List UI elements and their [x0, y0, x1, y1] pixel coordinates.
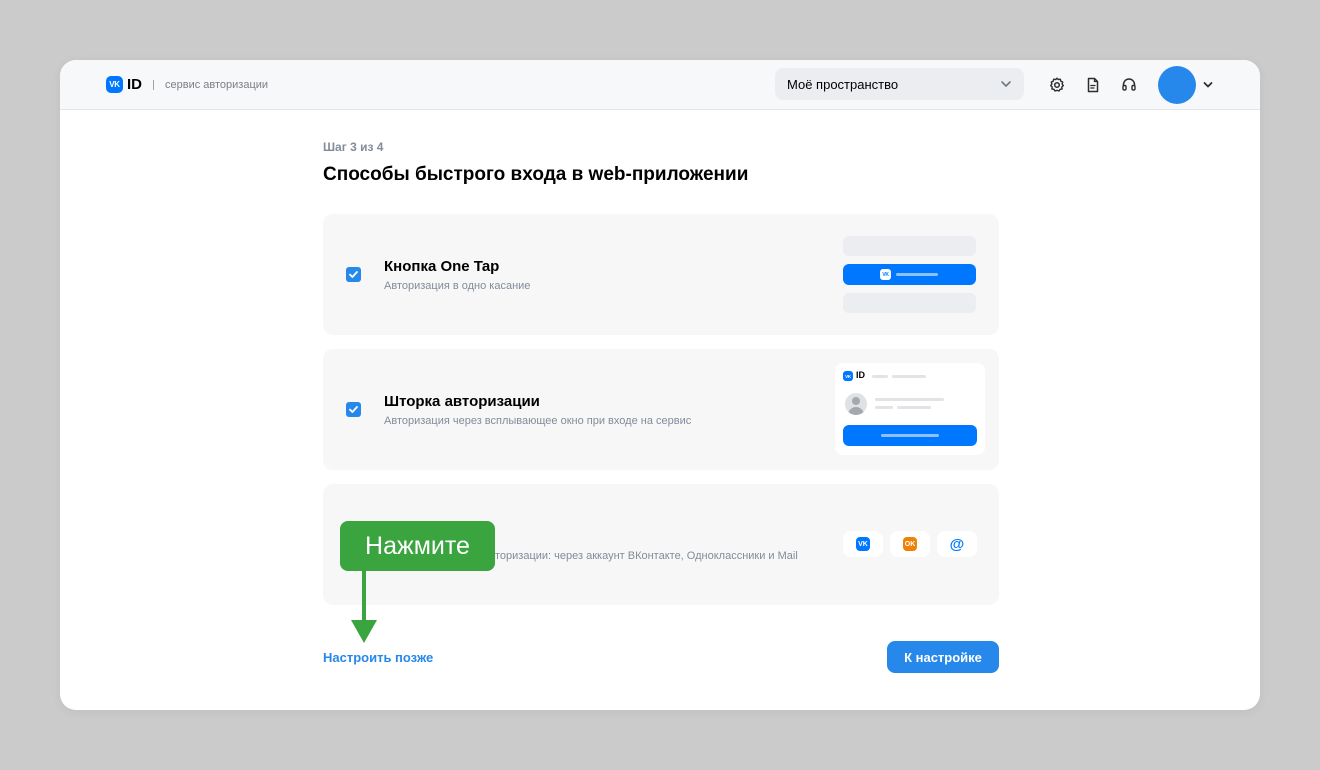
chevron-down-icon[interactable] — [1202, 79, 1214, 91]
preview-line — [897, 406, 931, 409]
annotation-arrow-line — [362, 571, 366, 623]
preview-one-tap-button: VK — [843, 264, 976, 285]
check-icon — [349, 271, 358, 278]
preview-continue-button — [843, 425, 977, 446]
option-card-auth-sheet[interactable]: Шторка авторизации Авторизация через всп… — [323, 349, 999, 470]
preview-avatar — [845, 393, 867, 415]
preview-id-text: ID — [856, 370, 865, 380]
preview-line — [872, 375, 888, 378]
chevron-down-icon — [1001, 81, 1011, 87]
one-tap-checkbox[interactable] — [346, 267, 361, 282]
settings-icon[interactable] — [1047, 75, 1067, 95]
preview-line — [892, 375, 926, 378]
annotation-tooltip: Нажмите — [340, 521, 495, 571]
service-label: сервис авторизации — [165, 78, 269, 91]
check-icon — [349, 406, 358, 413]
mail-logo-icon: @ — [949, 535, 965, 553]
ok-logo-icon: OK — [903, 537, 917, 551]
vk-logo-icon: VK — [856, 537, 870, 551]
user-avatar[interactable] — [1158, 66, 1196, 104]
preview-placeholder — [843, 293, 976, 313]
vk-logo-icon: VK — [106, 76, 123, 93]
preview-ok-button: OK — [890, 531, 930, 557]
card-subtitle: торизации: через аккаунт ВКонтакте, Одно… — [495, 550, 798, 562]
preview-vk-button: VK — [843, 531, 883, 557]
annotation-arrow-head — [351, 620, 377, 643]
vk-logo-icon: VK — [880, 269, 891, 280]
app-window: VK ID сервис авторизации Моё пространств… — [60, 60, 1260, 710]
top-header: VK ID сервис авторизации Моё пространств… — [60, 60, 1260, 110]
preview-mail-button: @ — [937, 531, 977, 557]
card-subtitle: Авторизация через всплывающее окно при в… — [384, 415, 692, 427]
step-indicator: Шаг 3 из 4 — [323, 140, 384, 154]
vk-logo-icon: VK — [843, 371, 853, 381]
vk-id-logo[interactable]: VK ID сервис авторизации — [106, 76, 268, 93]
auth-sheet-checkbox[interactable] — [346, 402, 361, 417]
support-headset-icon[interactable] — [1119, 75, 1139, 95]
continue-setup-button[interactable]: К настройке — [887, 641, 999, 673]
option-card-one-tap[interactable]: Кнопка One Tap Авторизация в одно касани… — [323, 214, 999, 335]
logo-divider — [153, 79, 154, 90]
preview-placeholder — [843, 236, 976, 256]
preview-line — [875, 398, 944, 401]
setup-later-link[interactable]: Настроить позже — [323, 650, 433, 665]
preview-text-line — [881, 434, 939, 437]
card-subtitle: Авторизация в одно касание — [384, 280, 531, 292]
auth-sheet-preview: VK ID — [835, 363, 985, 455]
workspace-select[interactable]: Моё пространство — [775, 68, 1024, 100]
preview-text-line — [896, 273, 938, 276]
preview-line — [875, 406, 893, 409]
card-title: Шторка авторизации — [384, 393, 540, 410]
document-icon[interactable] — [1083, 75, 1103, 95]
page-title: Способы быстрого входа в web-приложении — [323, 164, 749, 185]
logo-id-text: ID — [127, 76, 142, 93]
card-title: Кнопка One Tap — [384, 258, 500, 275]
workspace-select-value: Моё пространство — [787, 76, 899, 92]
